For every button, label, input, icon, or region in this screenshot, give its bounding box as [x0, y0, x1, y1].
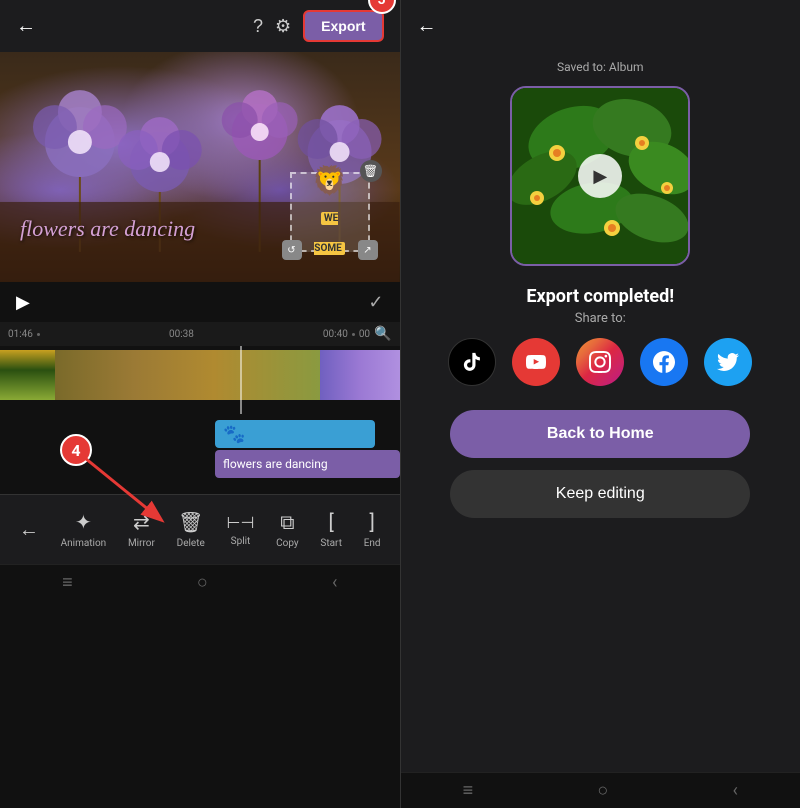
time-00: 00 — [359, 329, 370, 340]
help-button[interactable]: ? — [253, 16, 263, 37]
bottom-toolbar: ← ✦ Animation ⇄ Mirror 🗑 Delete ⊢⊣ Split… — [0, 494, 400, 564]
play-button[interactable]: ▶ — [16, 292, 30, 313]
video-track-container — [0, 346, 400, 414]
left-panel: ← ? ⚙ Export 5 — [0, 0, 400, 808]
copy-icon: ⧉ — [280, 510, 294, 534]
saved-label: Saved to: Album — [401, 60, 800, 74]
text-track[interactable]: flowers are dancing — [215, 450, 400, 478]
split-icon: ⊢⊣ — [227, 513, 255, 532]
twitter-share-button[interactable] — [704, 338, 752, 386]
text-track-label: flowers are dancing — [223, 457, 328, 471]
nav-menu-icon-left[interactable]: ≡ — [62, 572, 73, 593]
back-icon: ← — [19, 517, 39, 542]
sticker-emoji: 🦁WESOME — [312, 166, 347, 258]
tool-end[interactable]: ] End — [364, 510, 381, 549]
timeline-playhead — [240, 346, 242, 414]
track-thumb-purple — [320, 350, 400, 400]
ruler-dot-2 — [352, 333, 355, 336]
back-button[interactable]: ← — [16, 15, 36, 38]
start-label: Start — [320, 538, 342, 549]
youtube-icon — [524, 350, 548, 374]
facebook-share-button[interactable] — [640, 338, 688, 386]
timeline-controls: ▶ ✓ — [0, 282, 400, 322]
sticker-rotate[interactable]: ↺ — [282, 240, 302, 260]
share-icons-row — [448, 338, 752, 386]
step-4-arrow — [70, 454, 190, 534]
video-thumbnail[interactable]: ▶ — [510, 86, 690, 266]
back-to-home-button[interactable]: Back to Home — [450, 410, 750, 458]
play-overlay-button[interactable]: ▶ — [578, 154, 622, 198]
copy-label: Copy — [276, 538, 299, 549]
header-right: ? ⚙ Export 5 — [253, 10, 384, 42]
keep-editing-button[interactable]: Keep editing — [450, 470, 750, 518]
time-00-38: 00:38 — [40, 329, 323, 340]
track-thumb-1 — [0, 350, 55, 400]
time-00-40: 00:40 — [323, 329, 348, 340]
settings-button[interactable]: ⚙ — [275, 16, 291, 37]
tool-back[interactable]: ← — [19, 517, 39, 542]
facebook-icon — [653, 351, 675, 373]
text-tracks-area: 4 🐾 flowers are dancing — [0, 414, 400, 494]
animation-label: Animation — [61, 538, 107, 549]
export-completed-text: Export completed! — [526, 286, 674, 307]
end-label: End — [364, 538, 381, 549]
sticker-delete[interactable]: 🗑 — [360, 160, 382, 182]
mirror-label: Mirror — [128, 538, 155, 549]
tiktok-share-button[interactable] — [448, 338, 496, 386]
timeline-ruler: 01:46 00:38 00:40 00 🔍 — [0, 322, 400, 346]
nav-menu-icon-right[interactable]: ≡ — [463, 780, 474, 801]
left-header: ← ? ⚙ Export 5 — [0, 0, 400, 52]
video-text-overlay: flowers are dancing — [20, 216, 195, 242]
video-preview: flowers are dancing 🗑 🦁WESOME ↗ ↺ — [0, 52, 400, 282]
step-4-container: 4 — [60, 434, 92, 466]
nav-back-icon-left[interactable]: ‹ — [332, 572, 337, 593]
right-back-button[interactable]: ← — [417, 15, 437, 38]
delete-label: Delete — [177, 538, 205, 549]
nav-bar-left: ≡ ○ ‹ — [0, 564, 400, 600]
right-header: ← — [401, 0, 800, 52]
nav-home-icon-right[interactable]: ○ — [597, 780, 608, 801]
nav-back-icon-right[interactable]: ‹ — [732, 780, 737, 801]
share-to-label: Share to: — [575, 311, 626, 326]
tool-start[interactable]: [ Start — [320, 510, 342, 549]
end-icon: ] — [369, 510, 374, 534]
sticker-track-emoji: 🐾 — [223, 424, 245, 445]
check-button[interactable]: ✓ — [368, 292, 383, 313]
sticker-track[interactable]: 🐾 — [215, 420, 375, 448]
instagram-share-button[interactable] — [576, 338, 624, 386]
zoom-icon[interactable]: 🔍 — [374, 326, 391, 342]
tool-split[interactable]: ⊢⊣ Split — [227, 513, 255, 547]
start-icon: [ — [329, 510, 334, 534]
video-track[interactable] — [0, 350, 400, 400]
instagram-icon — [589, 351, 611, 373]
tiktok-icon — [461, 351, 483, 373]
export-button[interactable]: Export — [303, 10, 383, 42]
split-label: Split — [231, 536, 251, 547]
timeline-area: ▶ ✓ 01:46 00:38 00:40 00 🔍 — [0, 282, 400, 808]
youtube-share-button[interactable] — [512, 338, 560, 386]
nav-home-icon-left[interactable]: ○ — [197, 572, 208, 593]
time-01-46: 01:46 — [8, 329, 33, 340]
nav-bar-right: ≡ ○ ‹ — [401, 772, 800, 808]
sticker-box[interactable]: 🗑 🦁WESOME ↗ ↺ — [290, 172, 370, 252]
twitter-icon — [717, 351, 739, 373]
track-thumb-2 — [55, 350, 320, 400]
right-panel: ← Saved to: Album — [401, 0, 800, 808]
tool-copy[interactable]: ⧉ Copy — [276, 510, 299, 549]
sticker-resize[interactable]: ↗ — [358, 240, 378, 260]
